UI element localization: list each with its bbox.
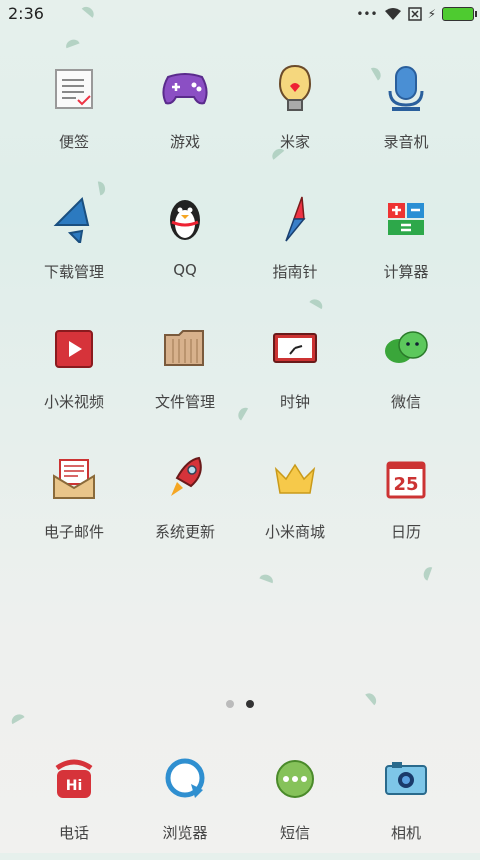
app-downloads[interactable]: 下载管理 xyxy=(19,191,129,301)
wifi-icon xyxy=(384,8,401,20)
app-label: 便签 xyxy=(58,133,89,151)
leaf-decoration xyxy=(365,690,379,706)
app-label: 浏览器 xyxy=(162,824,208,842)
camera-icon xyxy=(378,750,434,806)
app-label: 小米视频 xyxy=(43,393,104,411)
app-mi-video[interactable]: 小米视频 xyxy=(19,321,129,431)
app-label: 指南针 xyxy=(272,263,318,281)
browser-icon xyxy=(157,750,213,806)
page-dot-active[interactable] xyxy=(246,700,254,708)
crown-icon xyxy=(267,451,323,507)
page-dot[interactable] xyxy=(226,700,234,708)
app-phone[interactable]: Hi 电话 xyxy=(19,750,129,860)
leaf-decoration xyxy=(9,711,25,725)
app-qq[interactable]: QQ xyxy=(130,191,240,301)
game-controller-icon xyxy=(157,61,213,117)
compass-needle-icon xyxy=(267,191,323,247)
app-email[interactable]: 电子邮件 xyxy=(19,451,129,561)
notes-icon xyxy=(46,61,102,117)
app-label: 日历 xyxy=(390,523,421,541)
video-play-icon xyxy=(46,321,102,377)
app-camera[interactable]: 相机 xyxy=(351,750,461,860)
status-bar: 2:36 ••• ⚡ xyxy=(0,0,480,28)
charging-icon: ⚡ xyxy=(427,7,436,21)
app-label: 录音机 xyxy=(383,133,429,151)
app-calculator[interactable]: 计算器 xyxy=(351,191,461,301)
app-mi-store[interactable]: 小米商城 xyxy=(240,451,350,561)
no-sim-icon xyxy=(407,7,422,21)
app-label: 系统更新 xyxy=(154,523,215,541)
app-label: 电子邮件 xyxy=(43,523,104,541)
app-mijia[interactable]: 米家 xyxy=(240,61,350,171)
envelope-icon xyxy=(46,451,102,507)
app-label: QQ xyxy=(173,261,197,279)
app-label: 小米商城 xyxy=(264,523,325,541)
app-compass[interactable]: 指南针 xyxy=(240,191,350,301)
clock-icon xyxy=(267,321,323,377)
penguin-icon xyxy=(157,191,213,247)
app-notes[interactable]: 便签 xyxy=(19,61,129,171)
status-time: 2:36 xyxy=(8,4,44,23)
app-browser[interactable]: 浏览器 xyxy=(130,750,240,860)
app-clock[interactable]: 时钟 xyxy=(240,321,350,431)
folder-icon xyxy=(157,321,213,377)
app-label: 相机 xyxy=(390,824,421,842)
app-label: 电话 xyxy=(58,824,89,842)
more-dots-icon: ••• xyxy=(356,7,378,21)
leaf-decoration xyxy=(259,572,275,584)
app-file-manager[interactable]: 文件管理 xyxy=(130,321,240,431)
app-calendar[interactable]: 25 日历 xyxy=(351,451,461,561)
phone-icon: Hi xyxy=(46,750,102,806)
page-indicator xyxy=(226,700,254,708)
app-games[interactable]: 游戏 xyxy=(130,61,240,171)
leaf-decoration xyxy=(64,37,80,49)
app-label: 时钟 xyxy=(279,393,310,411)
app-wechat[interactable]: 微信 xyxy=(351,321,461,431)
app-recorder[interactable]: 录音机 xyxy=(351,61,461,171)
app-label: 计算器 xyxy=(383,263,429,281)
lightbulb-icon xyxy=(267,61,323,117)
microphone-icon xyxy=(378,61,434,117)
app-label: 文件管理 xyxy=(154,393,215,411)
leaf-decoration xyxy=(421,565,433,581)
rocket-icon xyxy=(157,451,213,507)
app-messages[interactable]: 短信 xyxy=(240,750,350,860)
app-system-update[interactable]: 系统更新 xyxy=(130,451,240,561)
chat-bubbles-icon xyxy=(378,321,434,377)
calendar-day: 25 xyxy=(393,474,418,495)
status-icons: ••• ⚡ xyxy=(356,5,477,23)
app-label: 下载管理 xyxy=(43,263,104,281)
calendar-icon: 25 xyxy=(378,451,434,507)
battery-icon xyxy=(442,7,477,21)
download-arrow-icon xyxy=(46,191,102,247)
app-label: 游戏 xyxy=(169,133,200,151)
app-label: 米家 xyxy=(279,133,310,151)
app-label: 微信 xyxy=(390,393,421,411)
phone-badge: Hi xyxy=(66,778,83,794)
message-icon xyxy=(267,750,323,806)
app-label: 短信 xyxy=(279,824,310,842)
calculator-icon xyxy=(378,191,434,247)
